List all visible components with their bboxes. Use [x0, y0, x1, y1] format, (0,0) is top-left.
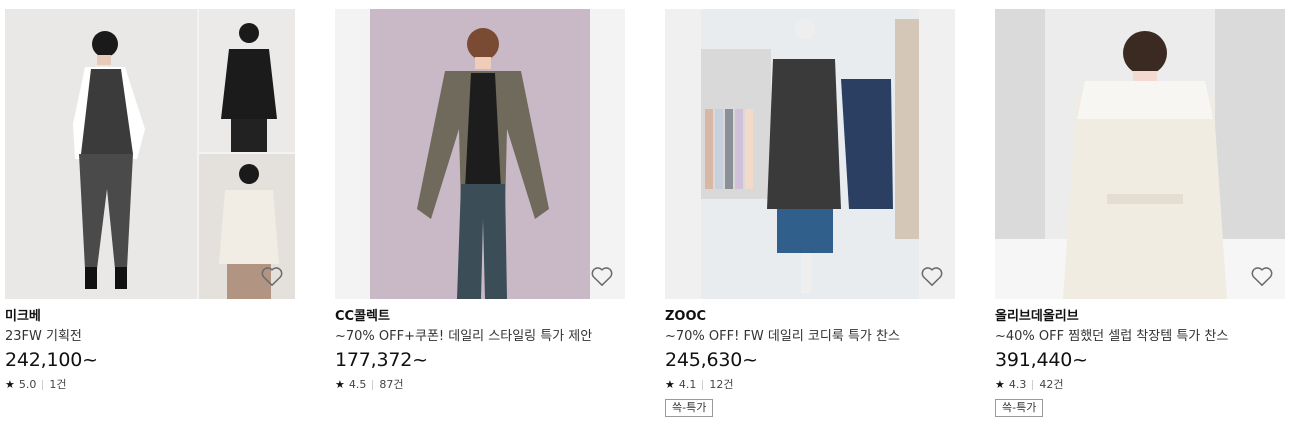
brand-name[interactable]: CC콜렉트	[335, 308, 625, 325]
heart-outline-icon[interactable]	[1249, 263, 1275, 289]
price: 242,100~	[5, 349, 98, 371]
product-title[interactable]: ~70% OFF+쿠폰! 데일리 스타일링 특가 제안	[335, 328, 625, 345]
price: 391,440~	[995, 349, 1088, 371]
product-image[interactable]	[335, 9, 625, 299]
product-image[interactable]	[665, 9, 955, 299]
price: 177,372~	[335, 349, 428, 371]
brand-name[interactable]: 미크베	[5, 308, 295, 325]
divider	[42, 380, 44, 390]
heart-outline-icon[interactable]	[259, 263, 285, 289]
rating-row: ★ 5.0 1건	[5, 378, 295, 392]
product-photo-side	[199, 9, 295, 152]
store-display	[701, 19, 919, 293]
rating-value: 4.3	[1008, 378, 1027, 391]
star-icon: ★	[5, 378, 15, 391]
review-count: 87건	[379, 378, 404, 391]
product-title[interactable]: 23FW 기획전	[5, 328, 295, 345]
review-count: 42건	[1039, 378, 1064, 391]
star-icon: ★	[665, 378, 675, 391]
brand-name[interactable]: 올리브데올리브	[995, 308, 1285, 325]
heart-outline-icon[interactable]	[589, 263, 615, 289]
heart-outline-icon[interactable]	[919, 263, 945, 289]
star-icon: ★	[995, 378, 1005, 391]
promo-badge: 쓱-특가	[995, 399, 1044, 417]
divider	[372, 380, 374, 390]
product-photo-main	[5, 9, 197, 299]
divider	[702, 380, 704, 390]
model-figure	[995, 9, 1285, 299]
star-icon: ★	[335, 378, 345, 391]
product-card[interactable]: 올리브데올리브 ~40% OFF 찜했던 셀럽 착장템 특가 찬스 391,44…	[995, 9, 1285, 417]
product-title[interactable]: ~40% OFF 찜했던 셀럽 착장템 특가 찬스	[995, 328, 1285, 345]
rating-row: ★ 4.3 42건	[995, 378, 1285, 392]
product-image[interactable]	[995, 9, 1285, 299]
price: 245,630~	[665, 349, 758, 371]
rating-value: 4.5	[348, 378, 367, 391]
product-card[interactable]: 미크베 23FW 기획전 242,100~ ★ 5.0 1건	[5, 9, 295, 392]
rating-row: ★ 4.5 87건	[335, 378, 625, 392]
product-card[interactable]: ZOOC ~70% OFF! FW 데일리 코디룩 특가 찬스 245,630~…	[665, 9, 955, 417]
rating-row: ★ 4.1 12건	[665, 378, 955, 392]
product-card[interactable]: CC콜렉트 ~70% OFF+쿠폰! 데일리 스타일링 특가 제안 177,37…	[335, 9, 625, 392]
divider	[1032, 380, 1034, 390]
rating-value: 5.0	[18, 378, 37, 391]
product-image[interactable]	[5, 9, 295, 299]
review-count: 12건	[709, 378, 734, 391]
brand-name[interactable]: ZOOC	[665, 308, 955, 325]
model-figure	[417, 28, 549, 299]
review-count: 1건	[49, 378, 67, 391]
product-title[interactable]: ~70% OFF! FW 데일리 코디룩 특가 찬스	[665, 328, 955, 345]
rating-value: 4.1	[678, 378, 697, 391]
promo-badge: 쓱-특가	[665, 399, 714, 417]
